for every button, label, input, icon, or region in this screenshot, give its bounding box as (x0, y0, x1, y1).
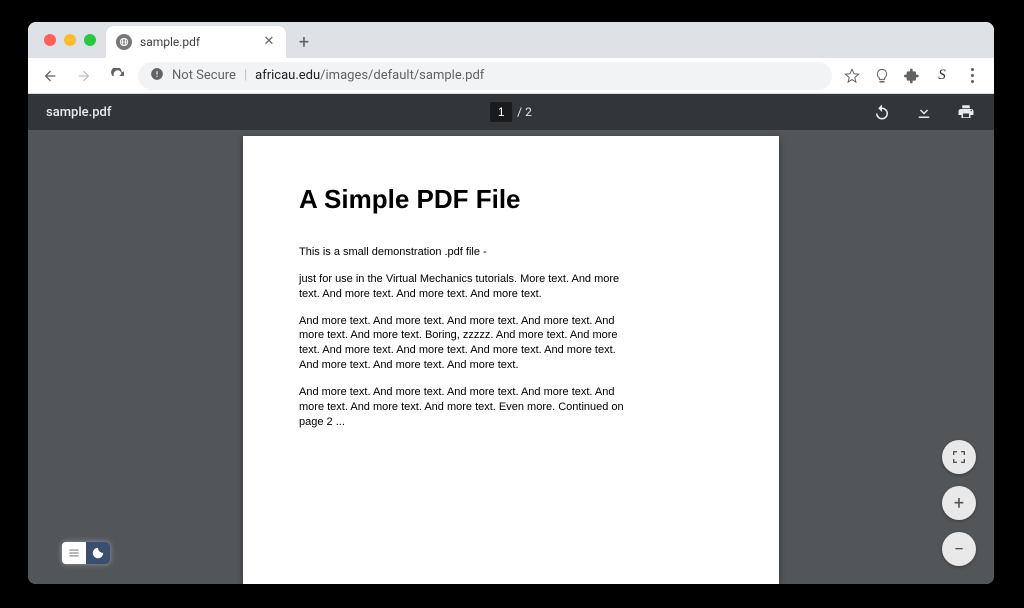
bulb-icon[interactable] (872, 66, 892, 86)
forward-button[interactable] (70, 62, 98, 90)
document-paragraph: This is a small demonstration .pdf file … (299, 245, 629, 260)
zoom-controls: + − (942, 440, 976, 566)
bookmark-star-icon[interactable] (842, 66, 862, 86)
tab-strip: sample.pdf ✕ + (28, 22, 994, 58)
document-paragraph: just for use in the Virtual Mechanics tu… (299, 272, 629, 302)
maximize-window-button[interactable] (84, 34, 96, 46)
address-bar[interactable]: Not Secure | africau.edu/images/default/… (138, 62, 832, 90)
fit-page-button[interactable] (942, 440, 976, 474)
security-label: Not Secure (172, 68, 236, 83)
close-tab-button[interactable]: ✕ (262, 35, 276, 49)
document-paragraph: And more text. And more text. And more t… (299, 385, 629, 430)
not-secure-icon (150, 67, 164, 85)
window-controls (36, 22, 106, 58)
browser-toolbar: Not Secure | africau.edu/images/default/… (28, 58, 994, 94)
url-host: africau.edu (255, 68, 320, 83)
pdf-toolbar: sample.pdf / 2 (28, 94, 994, 130)
zoom-out-button[interactable]: − (942, 532, 976, 566)
divider: | (244, 68, 247, 83)
dark-theme-button[interactable] (86, 542, 110, 564)
pdf-page: A Simple PDF File This is a small demons… (243, 136, 779, 584)
rotate-icon[interactable] (872, 102, 892, 122)
close-window-button[interactable] (44, 34, 56, 46)
extensions-icon[interactable] (902, 66, 922, 86)
extension-s-icon[interactable]: S (932, 66, 952, 86)
browser-menu-button[interactable] (962, 66, 982, 86)
minimize-window-button[interactable] (64, 34, 76, 46)
back-button[interactable] (36, 62, 64, 90)
pdf-file-name: sample.pdf (46, 105, 111, 120)
print-icon[interactable] (956, 102, 976, 122)
browser-tab[interactable]: sample.pdf ✕ (106, 26, 286, 58)
pdf-viewer-area[interactable]: A Simple PDF File This is a small demons… (28, 130, 994, 584)
document-paragraph: And more text. And more text. And more t… (299, 314, 629, 373)
light-theme-button[interactable] (62, 542, 86, 564)
zoom-in-button[interactable]: + (942, 486, 976, 520)
globe-icon (116, 34, 132, 50)
url-path: /images/default/sample.pdf (320, 68, 484, 83)
download-icon[interactable] (914, 102, 934, 122)
toolbar-right-actions: S (838, 66, 986, 86)
browser-window: sample.pdf ✕ + Not Secure | africau.edu/… (28, 22, 994, 584)
theme-toggle (62, 542, 110, 564)
page-indicator: / 2 (490, 102, 532, 122)
new-tab-button[interactable]: + (290, 28, 318, 56)
page-total-label: / 2 (513, 105, 532, 119)
page-number-input[interactable] (490, 102, 512, 122)
document-title: A Simple PDF File (299, 184, 723, 215)
reload-button[interactable] (104, 62, 132, 90)
tab-title: sample.pdf (140, 35, 254, 49)
